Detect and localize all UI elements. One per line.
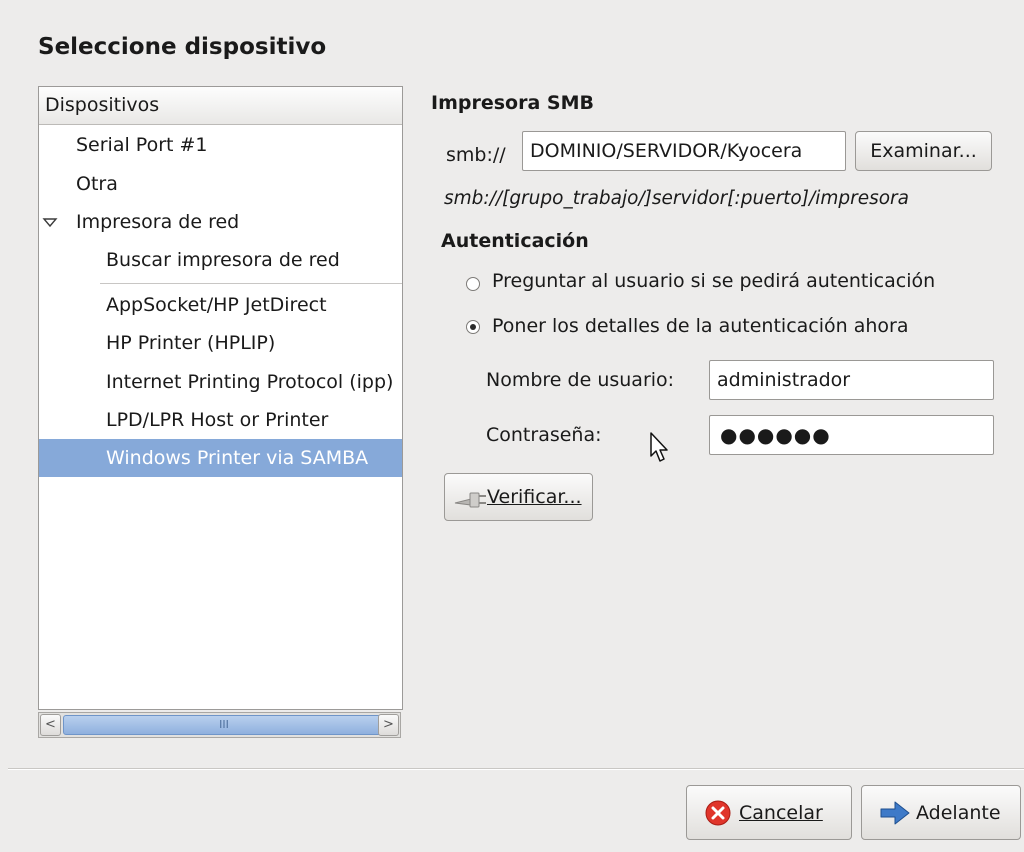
username-field[interactable]: [709, 360, 994, 400]
list-item-label: HP Printer (HPLIP): [106, 332, 276, 354]
smb-uri-field[interactable]: [522, 131, 846, 171]
password-field[interactable]: ●●●●●●: [709, 415, 994, 455]
device-list-header[interactable]: Dispositivos: [39, 87, 402, 125]
list-item-appsocket[interactable]: AppSocket/HP JetDirect: [39, 286, 402, 324]
list-item-windows-samba[interactable]: Windows Printer via SAMBA: [39, 439, 402, 477]
username-input[interactable]: [710, 361, 993, 399]
forward-button-label: Adelante: [916, 801, 1001, 824]
list-item-lpd-lpr[interactable]: LPD/LPR Host or Printer: [39, 401, 402, 439]
browse-button[interactable]: Examinar...: [855, 131, 992, 171]
smb-uri-input[interactable]: [523, 132, 845, 170]
cancel-button-label: Cancelar: [739, 801, 823, 824]
expander-down-icon[interactable]: [39, 203, 61, 241]
auth-section-title: Autenticación: [441, 230, 589, 252]
list-item-otra[interactable]: Otra: [39, 165, 402, 203]
device-list-hscrollbar[interactable]: < III >: [38, 712, 401, 738]
mouse-cursor-icon: [650, 432, 668, 462]
dialog-title: Seleccione dispositivo: [38, 34, 327, 60]
list-item-impresora-de-red[interactable]: Impresora de red: [39, 203, 402, 241]
verify-button[interactable]: Verificar...: [444, 473, 593, 521]
smb-section-title: Impresora SMB: [431, 92, 594, 114]
device-list[interactable]: Dispositivos Serial Port #1 Otra Impreso…: [38, 86, 403, 710]
list-item-buscar-impresora[interactable]: Buscar impresora de red: [39, 241, 402, 279]
list-item-serial-port[interactable]: Serial Port #1: [39, 126, 402, 164]
radio-ask-user[interactable]: [466, 277, 480, 291]
list-item-label: Internet Printing Protocol (ipp): [106, 371, 394, 393]
list-item-label: Serial Port #1: [76, 134, 208, 156]
list-item-ipp[interactable]: Internet Printing Protocol (ipp): [39, 363, 402, 401]
arrow-right-icon: [880, 801, 910, 825]
list-item-label: AppSocket/HP JetDirect: [106, 294, 327, 316]
list-item-label: LPD/LPR Host or Printer: [106, 409, 329, 431]
list-item-label: Impresora de red: [76, 211, 240, 233]
scroll-right-button[interactable]: >: [378, 714, 399, 736]
footer-divider: [8, 768, 1024, 770]
list-item-hp-printer[interactable]: HP Printer (HPLIP): [39, 324, 402, 362]
cancel-button[interactable]: Cancelar: [686, 785, 852, 840]
smb-uri-hint: smb://[grupo_trabajo/]servidor[:puerto]/…: [444, 188, 909, 209]
list-separator: [100, 283, 402, 284]
radio-auth-now[interactable]: [466, 320, 480, 334]
list-item-label: Otra: [76, 173, 118, 195]
plug-icon: [454, 492, 486, 508]
scroll-left-button[interactable]: <: [40, 714, 61, 736]
verify-button-label: Verificar...: [487, 486, 582, 508]
forward-button[interactable]: Adelante: [861, 785, 1021, 840]
cancel-icon: [705, 800, 731, 826]
scrollbar-thumb[interactable]: III: [63, 715, 385, 735]
password-mask: ●●●●●●: [720, 423, 831, 447]
list-item-label: Buscar impresora de red: [106, 249, 340, 271]
password-label: Contraseña:: [486, 424, 602, 446]
radio-ask-user-label[interactable]: Preguntar al usuario si se pedirá autent…: [492, 270, 935, 292]
username-label: Nombre de usuario:: [486, 369, 675, 391]
list-item-label: Windows Printer via SAMBA: [106, 447, 369, 469]
radio-auth-now-label[interactable]: Poner los detalles de la autenticación a…: [492, 315, 909, 337]
smb-prefix-label: smb://: [446, 144, 506, 166]
